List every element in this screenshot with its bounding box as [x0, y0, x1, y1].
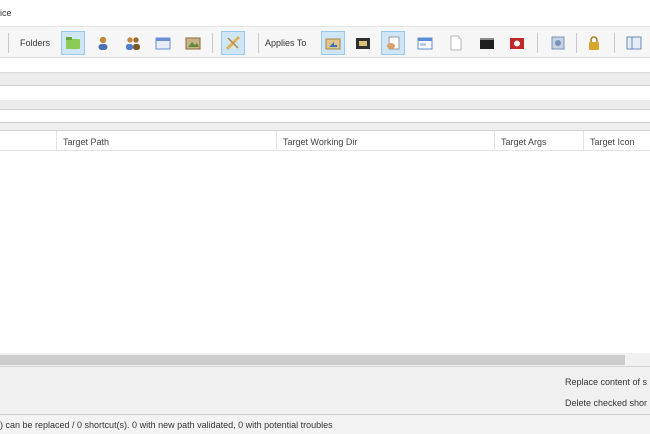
toolbar-extra-button-1[interactable] — [546, 31, 570, 55]
toolbar-applies-button-4[interactable] — [413, 31, 437, 55]
record-icon — [509, 35, 525, 51]
toolbar-separator — [212, 33, 213, 53]
toolbar-applies-button-5[interactable] — [444, 31, 468, 55]
wrench-pencil-icon — [225, 35, 241, 51]
applies-to-label: Applies To — [265, 38, 307, 48]
window-folder-icon — [155, 35, 171, 51]
status-bar: ) can be replaced / 0 shortcut(s). 0 wit… — [0, 414, 650, 434]
toolbar-separator — [8, 33, 9, 53]
delete-checked-button[interactable]: Delete checked shor — [565, 398, 647, 408]
panel-icon — [626, 35, 642, 51]
folders-label: Folders — [20, 38, 51, 48]
toolbar-separator — [258, 33, 259, 53]
column-header-name[interactable] — [0, 131, 57, 151]
shortcut-folder-icon — [325, 35, 341, 51]
filter-row-2[interactable] — [0, 72, 650, 86]
column-header-target-icon[interactable]: Target Icon — [584, 131, 650, 151]
splitter[interactable] — [0, 122, 650, 130]
toolbar: Folders Applies To — [0, 26, 650, 58]
single-user-icon — [95, 35, 111, 51]
column-header-target-working-dir[interactable]: Target Working Dir — [277, 131, 495, 151]
scrollbar-thumb[interactable] — [0, 355, 625, 365]
drive-icon — [550, 35, 566, 51]
toolbar-extra-button-2[interactable] — [582, 31, 606, 55]
terminal-icon — [355, 35, 371, 51]
status-text: ) can be replaced / 0 shortcut(s). 0 wit… — [0, 420, 333, 430]
title-bar: ice — [0, 0, 650, 26]
pictures-folder-icon — [185, 35, 201, 51]
console-icon — [479, 35, 495, 51]
blank-document-icon — [448, 35, 464, 51]
shortcut-grid[interactable]: Target Path Target Working Dir Target Ar… — [0, 130, 650, 367]
window-title: ice — [0, 8, 12, 18]
hand-document-icon — [385, 35, 401, 51]
horizontal-scrollbar[interactable] — [0, 353, 650, 367]
filter-row-5[interactable] — [0, 110, 650, 122]
filter-row-1[interactable] — [0, 58, 650, 72]
action-panel: Replace content of s Delete checked shor — [0, 366, 650, 414]
column-header-target-args[interactable]: Target Args — [495, 131, 584, 151]
filter-row-4[interactable] — [0, 100, 650, 110]
lock-icon — [586, 35, 602, 51]
grid-header: Target Path Target Working Dir Target Ar… — [0, 131, 650, 151]
toolbar-folder-button-4[interactable] — [151, 31, 175, 55]
toolbar-folder-button-2[interactable] — [91, 31, 115, 55]
filter-row-3[interactable] — [0, 86, 650, 100]
toolbar-folder-button-5[interactable] — [181, 31, 205, 55]
toolbar-folder-button-3[interactable] — [121, 31, 145, 55]
toolbar-separator — [537, 33, 538, 53]
toolbar-separator — [614, 33, 615, 53]
toolbar-applies-button-1[interactable] — [321, 31, 345, 55]
toolbar-folder-button-1[interactable] — [61, 31, 85, 55]
toolbar-applies-button-2[interactable] — [351, 31, 375, 55]
column-header-target-path[interactable]: Target Path — [57, 131, 277, 151]
green-folder-icon — [65, 35, 81, 51]
toolbar-applies-button-3[interactable] — [381, 31, 405, 55]
window-icon — [417, 35, 433, 51]
toolbar-tool-button[interactable] — [221, 31, 245, 55]
toolbar-extra-button-3[interactable] — [622, 31, 646, 55]
toolbar-applies-button-6[interactable] — [475, 31, 499, 55]
replace-content-button[interactable]: Replace content of s — [565, 377, 647, 387]
users-group-icon — [125, 35, 141, 51]
toolbar-separator — [576, 33, 577, 53]
toolbar-applies-button-7[interactable] — [505, 31, 529, 55]
